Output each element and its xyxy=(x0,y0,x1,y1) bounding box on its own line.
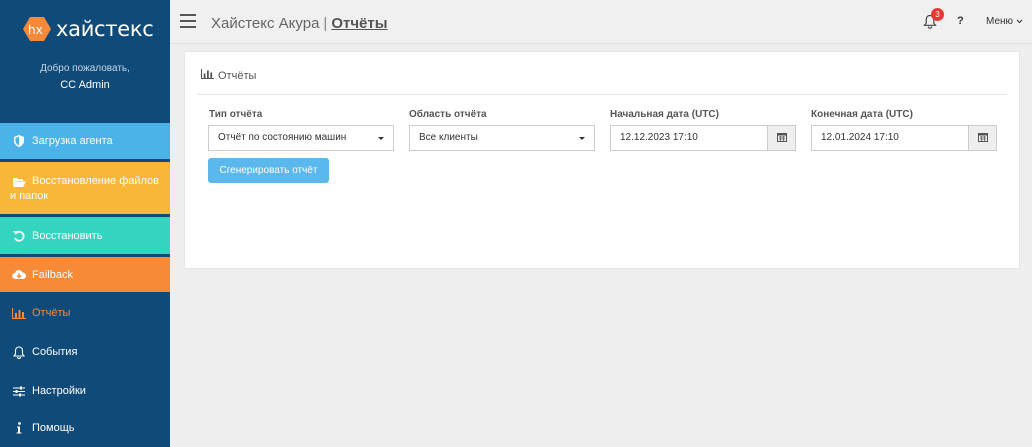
end-date-value: 12.01.2024 17:10 xyxy=(821,132,899,143)
panel-title-text: Отчёты xyxy=(218,69,257,82)
menu-label: Меню xyxy=(986,16,1014,27)
start-date-label: Начальная дата (UTC) xyxy=(610,109,719,120)
sidebar-item-label: События xyxy=(32,346,78,358)
sidebar-item-file-restore[interactable]: Восстановление файлов и папок xyxy=(0,162,170,214)
notifications-badge: 3 xyxy=(931,8,944,21)
shield-icon xyxy=(12,134,26,148)
info-icon xyxy=(12,421,26,435)
breadcrumb-current[interactable]: Отчёты xyxy=(331,15,387,32)
sidebar-item-label: Помощь xyxy=(32,422,75,434)
undo-icon xyxy=(12,229,26,243)
report-type-value: Отчёт по состоянию машин xyxy=(218,132,347,143)
report-scope-select[interactable]: Все клиенты xyxy=(409,125,595,151)
chevron-down-icon xyxy=(1016,16,1023,27)
bar-chart-icon xyxy=(12,306,26,320)
sidebar-item-help[interactable]: Помощь xyxy=(0,411,170,445)
calendar-icon xyxy=(776,132,787,145)
start-date-calendar-button[interactable] xyxy=(767,125,796,151)
sidebar-item-label: Восстановление файлов и папок xyxy=(10,175,160,202)
cloud-download-icon xyxy=(12,268,26,282)
folder-open-icon xyxy=(12,175,26,189)
caret-down-icon xyxy=(378,137,384,140)
start-date-input[interactable]: 12.12.2023 17:10 xyxy=(610,125,768,151)
caret-down-icon xyxy=(579,137,585,140)
panel-title: Отчёты xyxy=(200,69,257,82)
sidebar: hx хайстекс Добро пожаловать, CC Admin З… xyxy=(0,0,170,447)
top-bar: Хайстекс Акура | Отчёты 3 ? Меню xyxy=(170,0,1032,44)
logo-text: хайстекс xyxy=(56,17,154,41)
sidebar-item-events[interactable]: События xyxy=(0,334,170,370)
report-type-select[interactable]: Отчёт по состоянию машин xyxy=(208,125,394,151)
sidebar-item-label: Восстановить xyxy=(32,229,103,242)
title-separator: | xyxy=(323,15,328,32)
end-date-calendar-button[interactable] xyxy=(968,125,997,151)
help-icon[interactable]: ? xyxy=(957,15,964,27)
hamburger-menu-icon[interactable] xyxy=(180,14,196,28)
report-type-label: Тип отчёта xyxy=(209,109,263,120)
logo-mark-icon: hx xyxy=(22,16,52,42)
app-name: Хайстекс Акура xyxy=(211,15,320,32)
end-date-label: Конечная дата (UTC) xyxy=(811,109,913,120)
sidebar-item-settings[interactable]: Настройки xyxy=(0,373,170,409)
welcome-text: Добро пожаловать, xyxy=(40,63,130,74)
sidebar-item-reports[interactable]: Отчёты xyxy=(0,295,170,331)
report-scope-value: Все клиенты xyxy=(419,132,478,143)
reports-panel: Отчёты Тип отчёта Отчёт по состоянию маш… xyxy=(184,51,1020,269)
user-menu-dropdown[interactable]: Меню xyxy=(986,16,1023,27)
logo-mark-text: hx xyxy=(28,23,43,37)
sidebar-item-label: Failback xyxy=(32,268,73,281)
sidebar-item-failback[interactable]: Failback xyxy=(0,257,170,292)
sidebar-item-restore[interactable]: Восстановить xyxy=(0,217,170,254)
sidebar-item-agent-download[interactable]: Загрузка агента xyxy=(0,123,170,159)
sidebar-item-label: Отчёты xyxy=(32,307,71,319)
logo[interactable]: hx хайстекс xyxy=(22,14,154,44)
divider xyxy=(197,94,1007,95)
sliders-icon xyxy=(12,384,26,398)
bell-icon xyxy=(12,345,26,359)
generate-report-button[interactable]: Сгенерировать отчёт xyxy=(208,158,329,183)
bar-chart-icon xyxy=(200,69,214,82)
user-name: CC Admin xyxy=(60,79,110,91)
sidebar-item-label: Настройки xyxy=(32,385,86,397)
sidebar-item-label: Загрузка агента xyxy=(32,135,113,147)
page-title: Хайстекс Акура | Отчёты xyxy=(211,15,388,32)
end-date-input[interactable]: 12.01.2024 17:10 xyxy=(811,125,969,151)
start-date-value: 12.12.2023 17:10 xyxy=(620,132,698,143)
calendar-icon xyxy=(977,132,988,145)
report-scope-label: Область отчёта xyxy=(409,109,487,120)
